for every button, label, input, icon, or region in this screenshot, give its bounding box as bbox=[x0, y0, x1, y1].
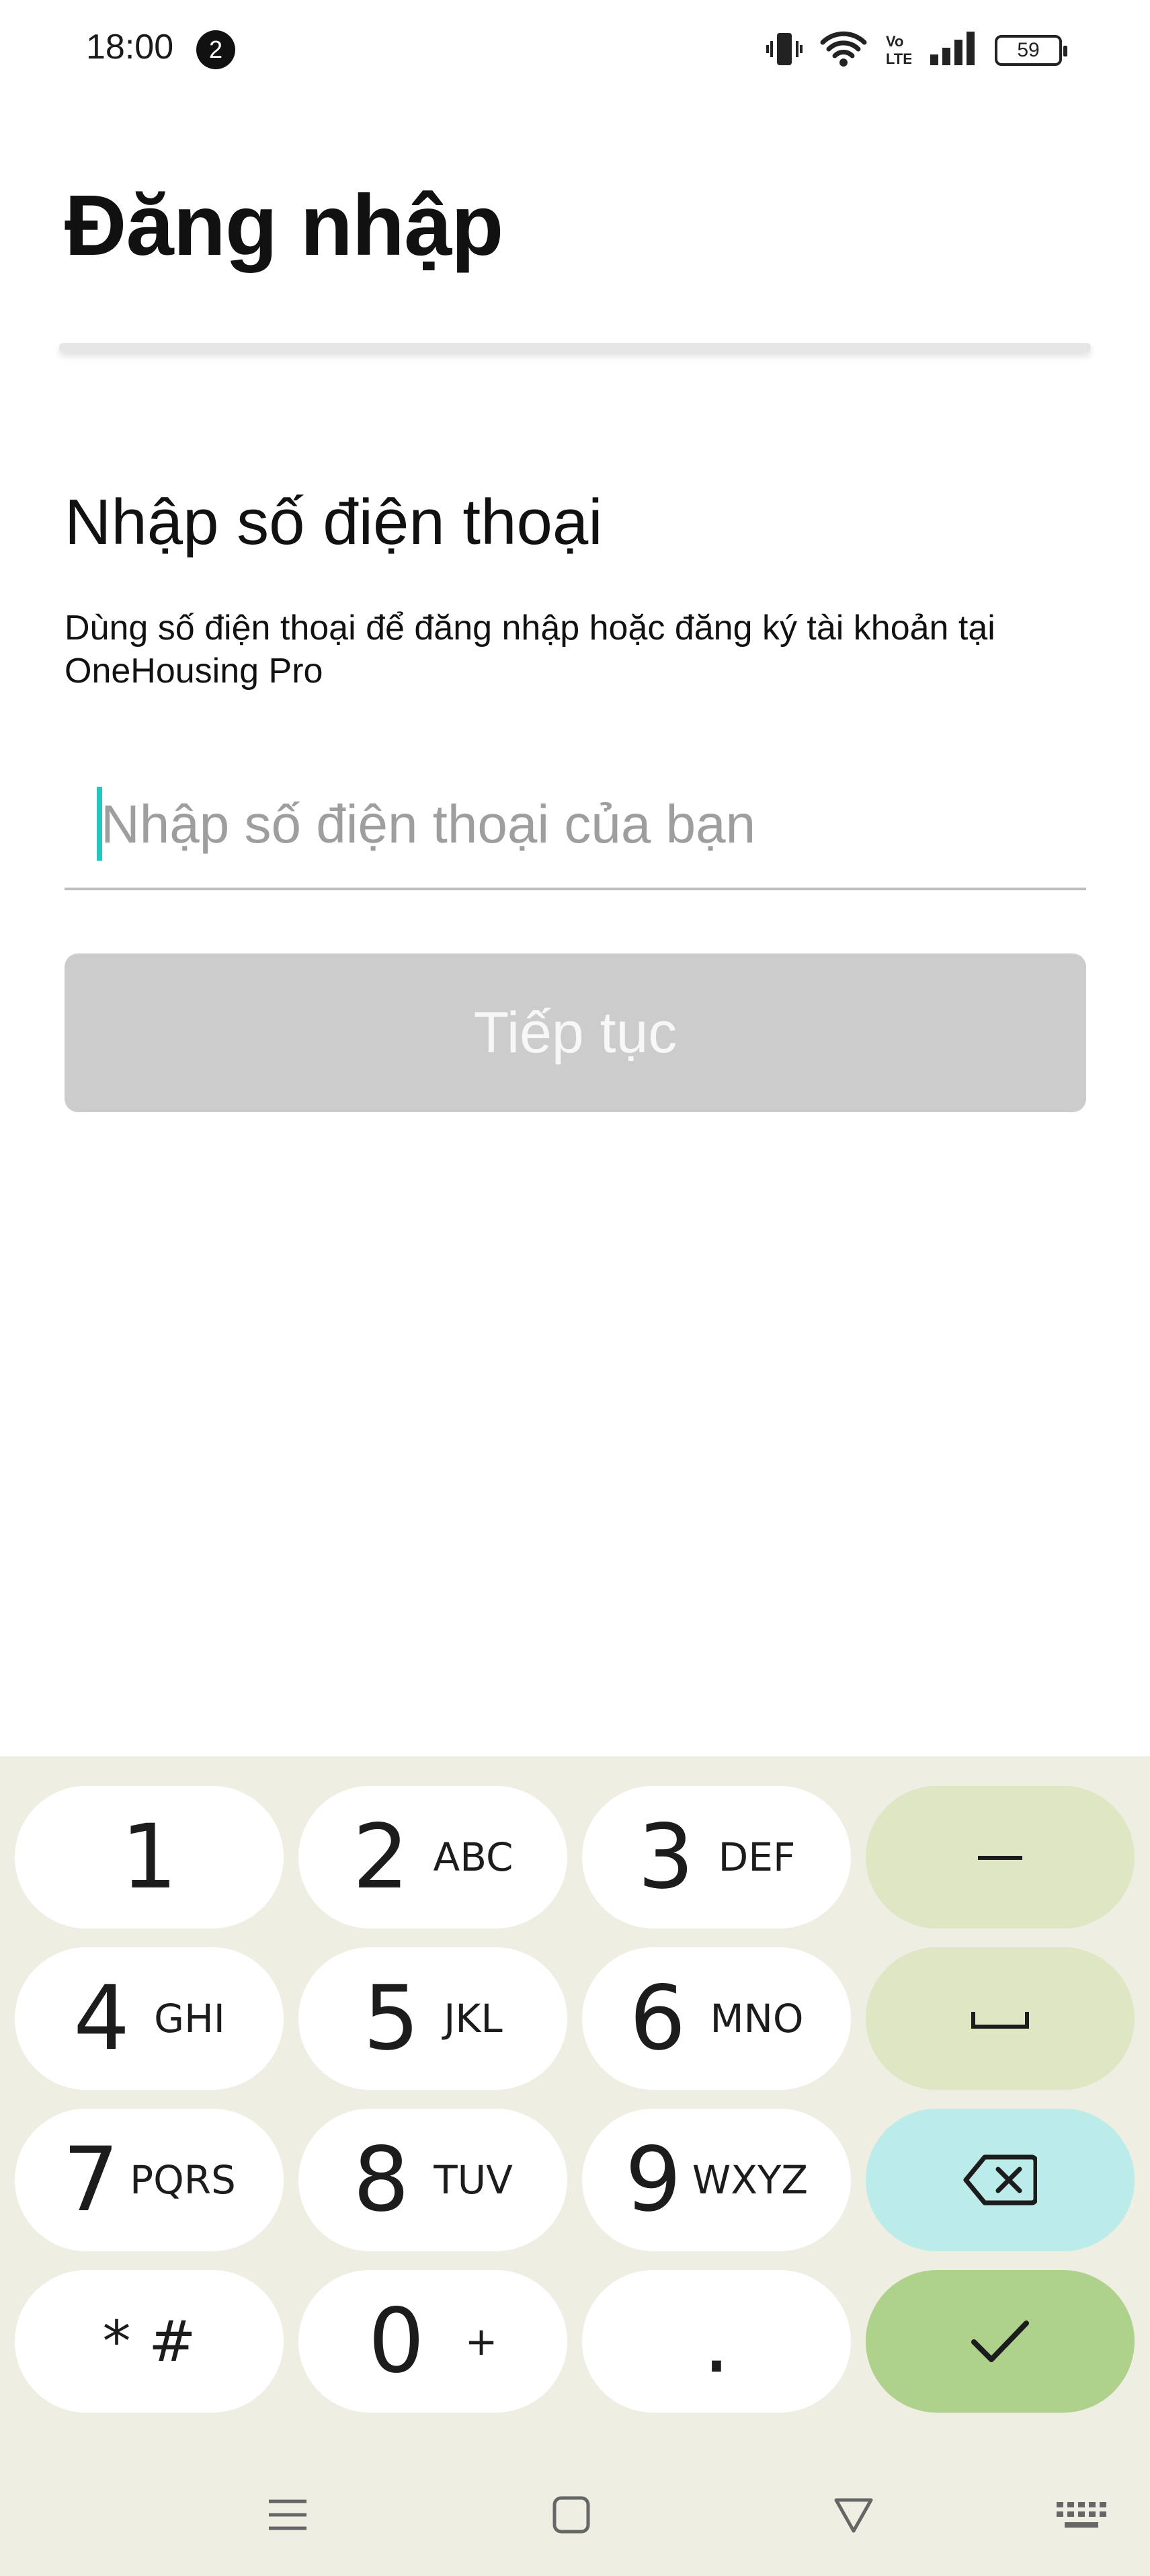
key-9-digit: 9 bbox=[624, 2128, 682, 2232]
continue-button[interactable]: Tiếp tục bbox=[65, 953, 1086, 1112]
key-2-letters: ABC bbox=[433, 1834, 514, 1880]
key-6[interactable]: 6 MNO bbox=[582, 1947, 851, 2090]
check-icon bbox=[971, 2320, 1029, 2362]
minus-icon bbox=[978, 1856, 1022, 1860]
key-6-letters: MNO bbox=[710, 1996, 804, 2041]
battery-icon: 59 bbox=[995, 35, 1067, 66]
key-0-plus: + bbox=[464, 2318, 498, 2364]
key-1-digit: 1 bbox=[121, 1805, 177, 1909]
key-4[interactable]: 4 GHI bbox=[15, 1947, 284, 2090]
key-3-letters: DEF bbox=[718, 1834, 796, 1880]
back-icon[interactable] bbox=[827, 2488, 880, 2542]
navigation-bar bbox=[0, 2454, 1150, 2576]
done-key[interactable] bbox=[866, 2270, 1135, 2413]
header-divider bbox=[59, 343, 1091, 352]
key-star-hash[interactable]: * # bbox=[15, 2270, 284, 2413]
key-2[interactable]: 2 ABC bbox=[298, 1786, 567, 1928]
key-dot-label: . bbox=[702, 2290, 731, 2393]
volte-icon: Vo LTE bbox=[885, 30, 913, 71]
notification-count-badge: 2 bbox=[196, 30, 235, 69]
phone-input[interactable] bbox=[97, 773, 1077, 875]
status-icons: Vo LTE 59 bbox=[766, 27, 1067, 74]
home-icon[interactable] bbox=[544, 2488, 598, 2542]
key-8-letters: TUV bbox=[434, 2157, 513, 2203]
key-1[interactable]: 1 bbox=[15, 1786, 284, 1928]
key-8-digit: 8 bbox=[353, 2128, 410, 2232]
space-icon bbox=[971, 2012, 1029, 2029]
phone-field[interactable] bbox=[65, 773, 1086, 890]
key-6-digit: 6 bbox=[629, 1967, 686, 2070]
key-4-letters: GHI bbox=[154, 1996, 225, 2041]
key-star-hash-label: * # bbox=[102, 2308, 196, 2374]
key-3[interactable]: 3 DEF bbox=[582, 1786, 851, 1928]
key-dot[interactable]: . bbox=[582, 2270, 851, 2413]
key-2-digit: 2 bbox=[352, 1805, 409, 1909]
menu-icon[interactable] bbox=[261, 2488, 315, 2542]
key-0-digit: 0 bbox=[368, 2290, 425, 2393]
section-description: Dùng số điện thoại để đăng nhập hoặc đăn… bbox=[65, 609, 995, 691]
status-time: 18:00 bbox=[86, 28, 174, 67]
key-9[interactable]: 9 WXYZ bbox=[582, 2109, 851, 2251]
key-3-digit: 3 bbox=[637, 1805, 694, 1909]
minus-key[interactable] bbox=[866, 1786, 1135, 1928]
svg-text:Vo: Vo bbox=[886, 33, 903, 50]
page-title: Đăng nhập bbox=[65, 178, 503, 274]
key-5-digit: 5 bbox=[363, 1967, 420, 2070]
svg-text:LTE: LTE bbox=[886, 50, 911, 67]
key-8[interactable]: 8 TUV bbox=[298, 2109, 567, 2251]
key-5[interactable]: 5 JKL bbox=[298, 1947, 567, 2090]
key-7[interactable]: 7 PQRS bbox=[15, 2109, 284, 2251]
vibrate-icon bbox=[766, 29, 803, 73]
backspace-icon bbox=[963, 2154, 1037, 2206]
numeric-keypad: 1 2 ABC 3 DEF 4 GHI 5 JKL 6 MNO 7 PQRS 8… bbox=[0, 1756, 1150, 2576]
signal-icon bbox=[929, 30, 977, 71]
keyboard-icon[interactable] bbox=[1055, 2488, 1109, 2542]
key-7-digit: 7 bbox=[63, 2128, 120, 2232]
key-0[interactable]: 0 + bbox=[298, 2270, 567, 2413]
key-5-letters: JKL bbox=[444, 1996, 503, 2041]
space-key[interactable] bbox=[866, 1947, 1135, 2090]
backspace-key[interactable] bbox=[866, 2109, 1135, 2251]
key-4-digit: 4 bbox=[73, 1967, 130, 2070]
wifi-icon bbox=[820, 30, 867, 71]
key-7-letters: PQRS bbox=[130, 2157, 236, 2203]
section-heading: Nhập số điện thoại bbox=[65, 486, 603, 558]
key-9-letters: WXYZ bbox=[692, 2157, 809, 2203]
